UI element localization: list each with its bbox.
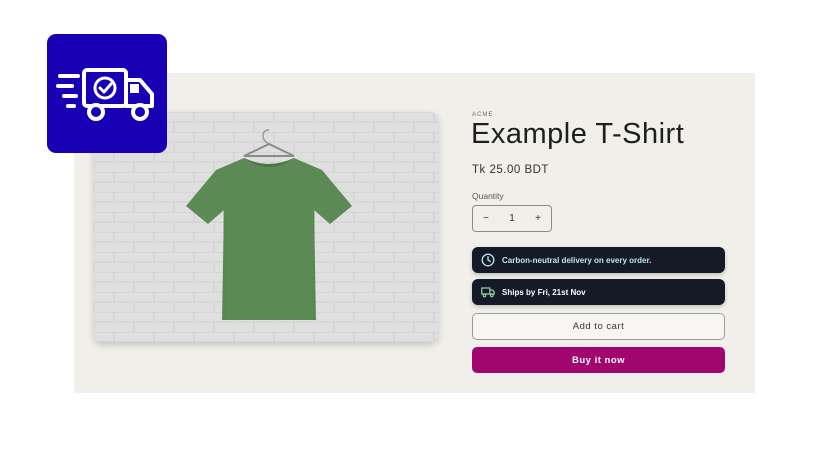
fast-delivery-truck-icon bbox=[56, 67, 154, 121]
shipping-date-notice: Ships by Fri, 21st Nov bbox=[472, 279, 725, 305]
carbon-neutral-text: Carbon-neutral delivery on every order. bbox=[502, 255, 652, 265]
carbon-neutral-notice: Carbon-neutral delivery on every order. bbox=[472, 247, 725, 273]
add-to-cart-button[interactable]: Add to cart bbox=[472, 313, 725, 340]
buy-it-now-button[interactable]: Buy it now bbox=[472, 347, 725, 373]
product-title: Example T-Shirt bbox=[471, 118, 685, 150]
product-price: Tk 25.00 BDT bbox=[472, 164, 549, 176]
quantity-input[interactable]: 1 bbox=[509, 213, 515, 224]
quantity-stepper: − 1 + bbox=[472, 205, 552, 232]
quantity-decrement-button[interactable]: − bbox=[483, 213, 489, 224]
delivery-badge bbox=[47, 34, 167, 153]
quantity-label: Quantity bbox=[472, 191, 504, 201]
shipping-date-text: Ships by Fri, 21st Nov bbox=[502, 287, 586, 297]
clock-icon bbox=[481, 253, 495, 267]
quantity-increment-button[interactable]: + bbox=[535, 213, 541, 224]
truck-icon bbox=[481, 287, 495, 298]
